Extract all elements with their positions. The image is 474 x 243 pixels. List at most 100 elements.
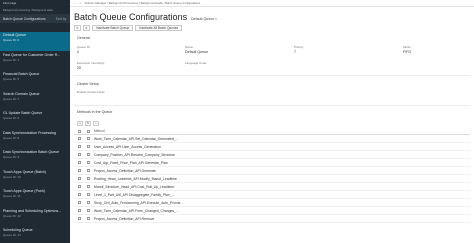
row-select-checkbox[interactable]: [78, 153, 81, 156]
row-select-checkbox[interactable]: [78, 161, 81, 164]
select-all-checkbox[interactable]: [78, 129, 81, 133]
queue-id-label: Queue ID: [77, 45, 90, 49]
execution-interval-value: 20: [77, 66, 81, 70]
header-checkbox[interactable]: [87, 129, 90, 133]
navigator-item-queue-id: Queue ID: 1: [3, 57, 20, 62]
delete-button[interactable]: ✕: [83, 25, 90, 31]
execution-interval-label: Execution Interval(s): [77, 61, 105, 65]
name-label: Name: [185, 45, 194, 49]
queue-id-value: 0: [77, 50, 79, 54]
navigator-item[interactable]: Data Synchronization Processing Queue ID:…: [0, 130, 70, 149]
table-row[interactable]: Cost_Agr_Fixed_Price_Plan_API.Generate_P…: [74, 159, 470, 167]
priority-value: 7: [294, 50, 296, 54]
edit-button[interactable]: ✎: [74, 25, 81, 31]
navigator-item[interactable]: Default Queue Queue ID: 0: [0, 32, 70, 51]
method-cell: Manuf_Structure_Head_API.Cost_Roll_Up_Le…: [94, 184, 175, 189]
table-row[interactable]: Manuf_Structure_Head_API.Cost_Roll_Up_Le…: [74, 183, 470, 191]
row-select-checkbox[interactable]: [78, 193, 81, 196]
table-row[interactable]: Project_Access_Definition_API.Remove: [74, 215, 470, 223]
cluster-setup-section: Cluster Setup Enable Cluster Node: [74, 80, 470, 106]
row-checkbox[interactable]: [87, 169, 90, 172]
record-selector[interactable]: Default Queue ▾: [191, 17, 217, 21]
add-row-button[interactable]: +: [77, 121, 83, 126]
table-row[interactable]: Work_Time_Calendar_API.Form_Changed_Chan…: [74, 207, 470, 215]
method-cell: Routing_Head_Leadtime_API.Modify_Manuf_L…: [94, 176, 177, 181]
row-select-checkbox[interactable]: [78, 177, 81, 180]
navigator-item-queue-id: Queue ID: 0: [3, 38, 20, 42]
method-cell: Project_Access_Definition_API.Generate: [94, 168, 156, 173]
general-section-title[interactable]: General: [77, 36, 90, 40]
navigator-item[interactable]: Planning and Scheduling Optimiza... Queue…: [0, 208, 70, 227]
row-checkbox[interactable]: [87, 201, 90, 204]
page-breadcrumb[interactable]: Solution Manager / Background Processing…: [84, 1, 200, 5]
inactivate-batch-queue-button[interactable]: Inactivate Batch Queue: [92, 25, 134, 31]
row-select-checkbox[interactable]: [78, 145, 81, 148]
navigator-item-queue-id: Queue ID: 10: [3, 174, 21, 179]
row-select-checkbox[interactable]: [78, 169, 81, 172]
remove-row-button[interactable]: −: [93, 121, 99, 126]
row-select-checkbox[interactable]: [78, 137, 81, 140]
navigator-item[interactable]: Fast Queue for Customer Order R... Queue …: [0, 52, 70, 71]
row-checkbox[interactable]: [87, 137, 90, 140]
home-icon[interactable]: ⌂: [79, 1, 81, 5]
row-checkbox[interactable]: [87, 185, 90, 188]
navigator-item[interactable]: Search Domain Queue Queue ID: 7: [0, 91, 70, 110]
row-checkbox[interactable]: [87, 177, 90, 180]
navigator-item[interactable]: Touch Apps Queue (Push) Queue ID: 11: [0, 188, 70, 207]
table-row[interactable]: Level_1_Part_Util_API.Disaggregate_Famil…: [74, 191, 470, 199]
row-checkbox[interactable]: [87, 209, 90, 212]
navigator-breadcrumb[interactable]: Background processing / Background tasks: [0, 7, 70, 14]
navigator-item-queue-id: Queue ID: 7: [3, 96, 20, 101]
row-checkbox[interactable]: [87, 161, 90, 164]
row-select-checkbox[interactable]: [78, 185, 81, 188]
general-section: General Queue ID 0 Name Default Queue Pr…: [74, 36, 470, 76]
edit-row-button[interactable]: ✎: [85, 121, 91, 126]
trash-icon: ✕: [85, 26, 88, 30]
method-cell: User_Access_API.User_Access_Generation: [94, 144, 161, 149]
navigator-item[interactable]: Scheduling Queue Queue ID: 13: [0, 227, 70, 243]
table-row[interactable]: Routing_Head_Leadtime_API.Modify_Manuf_L…: [74, 175, 470, 183]
navigator-item-queue-id: Queue ID: 13: [3, 233, 21, 237]
navigator-item-name: Planning and Scheduling Optimiza...: [3, 208, 61, 213]
row-checkbox[interactable]: [87, 193, 90, 196]
table-row[interactable]: Company_Position_API.Resolve_Company_Str…: [74, 151, 470, 159]
row-select-checkbox[interactable]: [78, 201, 81, 204]
table-row[interactable]: User_Access_API.User_Access_Generation: [74, 143, 470, 151]
navigator-item-queue-id: Queue ID: 11: [3, 194, 21, 198]
row-checkbox[interactable]: [87, 217, 90, 220]
pencil-icon: ✎: [76, 26, 79, 30]
table-row[interactable]: Shop_Ord_Auto_Provisioning_API.Execute_A…: [74, 199, 470, 207]
sort-dropdown[interactable]: Sort by: [56, 17, 67, 21]
cluster-setup-title[interactable]: Cluster Setup: [77, 82, 99, 86]
navigator-item-queue-id: Queue ID: 6: [3, 116, 20, 120]
navigator-item[interactable]: GL Update Batch Queue Queue ID: 6: [0, 110, 70, 129]
page-title: Batch Queue Configurations: [74, 12, 188, 22]
navigator-item[interactable]: Data Synchronization Batch Queue Queue ID…: [0, 149, 70, 168]
table-row[interactable]: Project_Access_Definition_API.Generate: [74, 167, 470, 175]
name-value: Default Queue: [185, 50, 209, 54]
mode-label: Mode: [403, 45, 411, 49]
row-select-checkbox[interactable]: [78, 209, 81, 212]
method-cell: Level_1_Part_Util_API.Disaggregate_Famil…: [94, 192, 175, 197]
row-checkbox[interactable]: [87, 145, 90, 148]
navigator-item[interactable]: Financial Batch Queue Queue ID: 5: [0, 71, 70, 90]
record-title: Default Queue: [191, 17, 215, 21]
back-arrow-icon[interactable]: ←: [73, 1, 76, 5]
method-cell: Work_Time_Calendar_API.Set_Calendar_Gene…: [94, 136, 179, 141]
inactivate-all-batch-queues-button[interactable]: Inactivate All Batch Queues: [135, 25, 183, 31]
record-navigator: Find page Background processing / Backgr…: [0, 0, 70, 243]
navigator-item[interactable]: Touch Apps Queue (Batch) Queue ID: 10: [0, 169, 70, 188]
find-page-header[interactable]: Find page: [0, 0, 70, 7]
chevron-down-icon: ▾: [215, 17, 217, 21]
method-column-header[interactable]: Method: [94, 129, 105, 133]
table-row[interactable]: Work_Time_Calendar_API.Set_Calendar_Gene…: [74, 135, 470, 143]
top-bar: ← ⌂ Solution Manager / Background Proces…: [70, 0, 474, 7]
enable-cluster-node-label: Enable Cluster Node: [77, 90, 105, 94]
record-toolbar: ✎ ✕ Inactivate Batch Queue Inactivate Al…: [74, 25, 183, 31]
navigator-item-queue-id: Queue ID: 9: [3, 155, 20, 159]
title-row: Batch Queue Configurations Default Queue…: [74, 12, 217, 24]
row-select-checkbox[interactable]: [78, 217, 81, 220]
method-cell: Project_Access_Definition_API.Remove: [94, 216, 155, 221]
methods-section-title[interactable]: Methods in the Queue: [77, 110, 112, 114]
row-checkbox[interactable]: [87, 153, 90, 156]
